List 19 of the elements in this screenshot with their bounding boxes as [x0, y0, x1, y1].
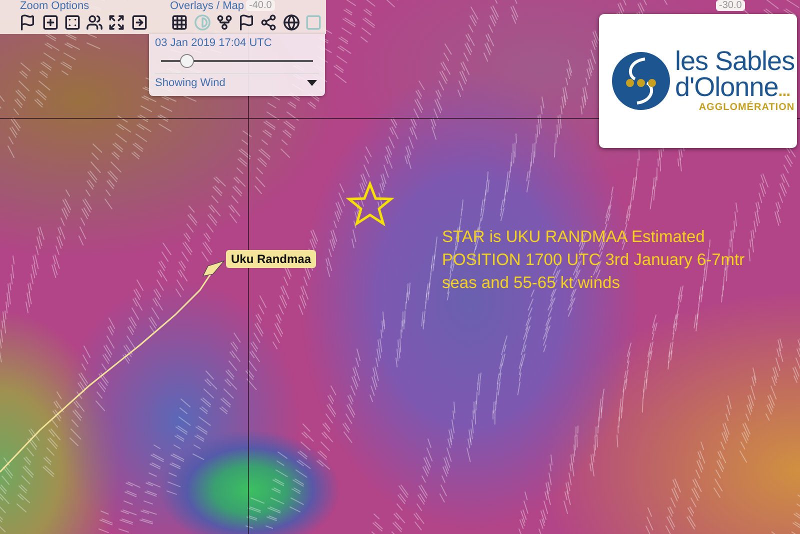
- boat-label: Uku Randmaa: [226, 250, 316, 268]
- share-icon[interactable]: [259, 12, 278, 32]
- logo-subtitle: AGGLOMÉRATION: [698, 103, 795, 113]
- coordinate-label: -40.0: [246, 0, 275, 11]
- logo-wordmark: les Sables: [675, 49, 795, 75]
- star-icon: [346, 180, 394, 226]
- zoom-options-label: Zoom Options: [20, 0, 90, 12]
- slider-thumb[interactable]: [180, 54, 194, 68]
- caret-icon: [307, 80, 317, 86]
- logo-emblem-icon: [611, 51, 671, 111]
- datetime-label: 03 Jan 2019 17:04 UTC: [155, 37, 273, 49]
- annotation-text: STAR is UKU RANDMAA Estimated POSITION 1700 UTC 3rd January 6-7mtr seas and 55-65 kt winds: [442, 227, 746, 294]
- coordinate-label: -30.0: [716, 0, 745, 11]
- boat-icon: [202, 260, 225, 276]
- time-slider[interactable]: [161, 54, 313, 68]
- overlays-map-label: Overlays / Map: [170, 0, 244, 12]
- logo-wordmark: d'Olonne...: [675, 74, 790, 100]
- globe-icon[interactable]: [281, 12, 301, 32]
- layer-dropdown[interactable]: Showing Wind: [155, 73, 319, 89]
